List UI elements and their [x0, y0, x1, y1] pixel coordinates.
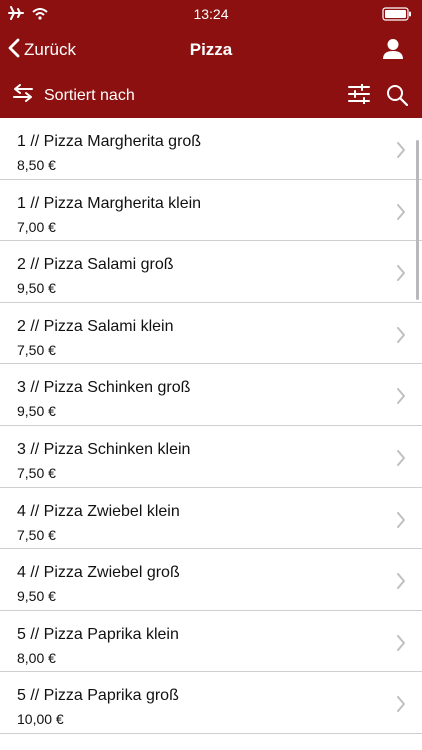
item-price: 9,50 €	[17, 280, 56, 297]
item-title: 4 // Pizza Zwiebel klein	[17, 502, 180, 520]
item-title: 5 // Pizza Paprika klein	[17, 625, 179, 643]
user-icon[interactable]	[382, 38, 406, 62]
chevron-right-icon	[397, 634, 405, 651]
list-item[interactable]: 2 // Pizza Salami groß 9,50 €	[0, 241, 422, 303]
status-bar: 13:24	[0, 0, 422, 28]
list-item[interactable]: 2 // Pizza Salami klein 7,50 €	[0, 303, 422, 365]
item-price: 8,00 €	[17, 649, 56, 666]
item-title: 5 // Pizza Paprika groß	[17, 687, 179, 705]
item-title: 3 // Pizza Schinken groß	[17, 379, 191, 397]
sort-button[interactable]: Sortiert nach	[12, 84, 135, 107]
list-item[interactable]: 4 // Pizza Zwiebel groß 9,50 €	[0, 549, 422, 611]
filter-sliders-icon[interactable]	[348, 83, 372, 106]
chevron-right-icon	[397, 449, 405, 466]
status-time: 13:24	[193, 6, 229, 22]
battery-icon	[382, 7, 412, 26]
item-price: 7,00 €	[17, 218, 56, 235]
item-title: 1 // Pizza Margherita groß	[17, 133, 202, 150]
chevron-right-icon	[397, 388, 405, 405]
swap-arrows-icon	[12, 84, 34, 107]
chevron-right-icon	[397, 696, 405, 713]
chevron-right-icon	[397, 265, 405, 282]
item-price: 7,50 €	[17, 341, 56, 358]
search-icon[interactable]	[386, 84, 409, 107]
list-item[interactable]: 4 // Pizza Zwiebel klein 7,50 €	[0, 488, 422, 550]
item-price: 9,50 €	[17, 403, 56, 420]
item-title: 4 // Pizza Zwiebel groß	[17, 564, 180, 582]
item-price: 7,50 €	[17, 526, 56, 543]
item-price: 9,50 €	[17, 588, 56, 605]
page-title: Pizza	[189, 40, 233, 59]
list-item[interactable]: 1 // Pizza Margherita groß 8,50 €	[0, 118, 422, 180]
chevron-right-icon	[397, 511, 405, 528]
tool-bar: Sortiert nach	[0, 72, 422, 118]
chevron-right-icon	[397, 142, 405, 158]
nav-bar: Zurück Pizza	[0, 28, 422, 72]
list-item[interactable]: 5 // Pizza Paprika groß 10,00 €	[0, 672, 422, 734]
list-item[interactable]: 1 // Pizza Margherita klein 7,00 €	[0, 180, 422, 242]
chevron-right-icon	[397, 203, 405, 220]
chevron-right-icon	[397, 573, 405, 590]
list-item[interactable]: 3 // Pizza Schinken groß 9,50 €	[0, 364, 422, 426]
item-title: 3 // Pizza Schinken klein	[17, 440, 191, 458]
item-price: 8,50 €	[17, 157, 56, 173]
product-list: 1 // Pizza Margherita groß 8,50 € 1 // P…	[0, 118, 422, 750]
list-item[interactable]: 5 // Pizza Paprika klein 8,00 €	[0, 611, 422, 673]
scrollbar[interactable]	[416, 140, 419, 300]
item-title: 2 // Pizza Salami groß	[17, 256, 174, 274]
list-item[interactable]: 3 // Pizza Schinken klein 7,50 €	[0, 426, 422, 488]
item-title: 2 // Pizza Salami klein	[17, 317, 174, 335]
item-price: 10,00 €	[17, 711, 64, 728]
sort-label: Sortiert nach	[44, 86, 135, 104]
item-title: 1 // Pizza Margherita klein	[17, 194, 202, 212]
item-price: 7,50 €	[17, 464, 56, 481]
chevron-right-icon	[397, 326, 405, 343]
